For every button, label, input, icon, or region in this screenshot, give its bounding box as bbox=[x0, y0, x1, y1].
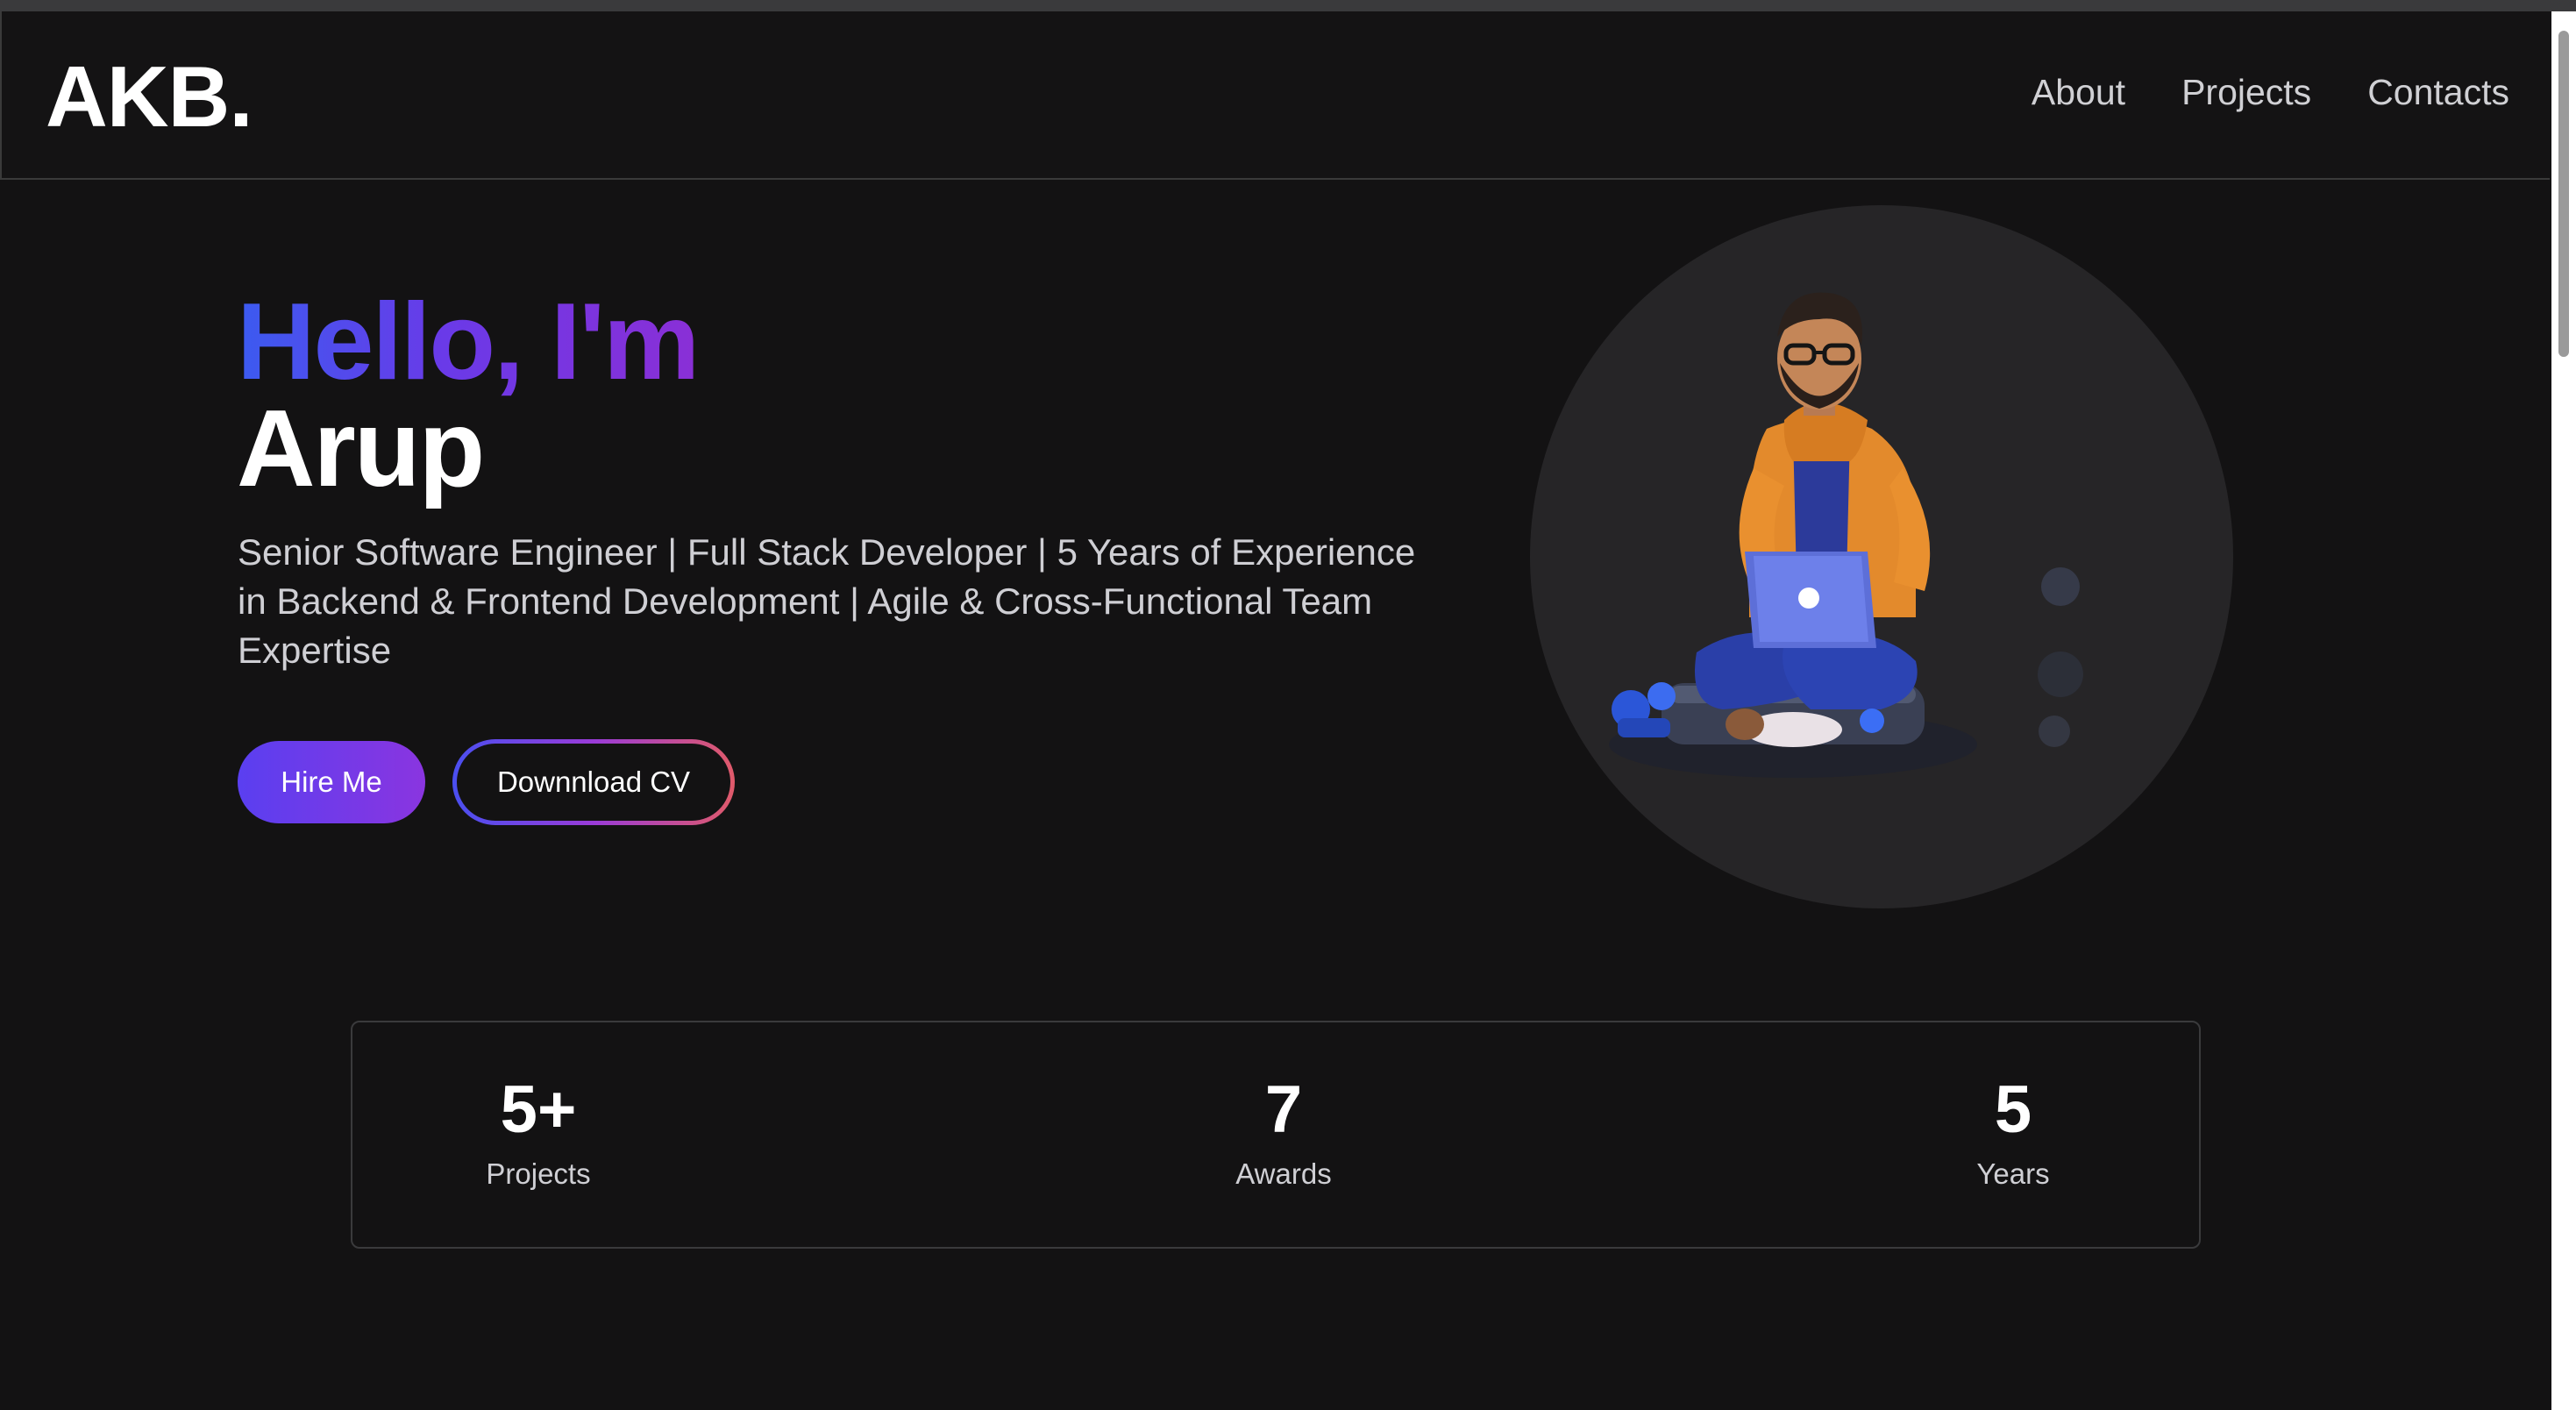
hero-greeting: Hello, I'm bbox=[237, 281, 700, 402]
nav-links: About Projects Contacts bbox=[2032, 75, 2509, 110]
stat-years: 5 Years bbox=[1882, 1072, 2145, 1190]
scrollbar-thumb[interactable] bbox=[2558, 31, 2569, 357]
stat-projects: 5+ Projects bbox=[407, 1072, 670, 1190]
nav-link-projects[interactable]: Projects bbox=[2181, 75, 2311, 110]
stat-projects-label: Projects bbox=[486, 1157, 591, 1190]
avatar-container bbox=[1530, 205, 2233, 908]
developer-avatar-illustration bbox=[1609, 292, 2083, 778]
stat-projects-value: 5+ bbox=[500, 1072, 577, 1147]
stat-awards: 7 Awards bbox=[1152, 1072, 1415, 1190]
stat-years-value: 5 bbox=[1994, 1072, 2032, 1147]
hire-me-button[interactable]: Hire Me bbox=[238, 741, 425, 823]
stat-years-label: Years bbox=[1976, 1157, 2050, 1190]
stat-awards-value: 7 bbox=[1264, 1072, 1303, 1147]
stat-awards-label: Awards bbox=[1235, 1157, 1332, 1190]
nav-link-about[interactable]: About bbox=[2032, 75, 2125, 110]
window-top-bar bbox=[0, 0, 2576, 11]
hero-name: Arup bbox=[237, 388, 485, 509]
stats-panel: 5+ Projects 7 Awards 5 Years bbox=[351, 1021, 2201, 1249]
hero-description: Senior Software Engineer | Full Stack De… bbox=[238, 531, 1416, 671]
page-scrollbar[interactable] bbox=[2551, 11, 2576, 1410]
download-cv-label: Downnload CV bbox=[457, 744, 730, 821]
site-logo[interactable]: AKB. bbox=[46, 53, 253, 139]
navbar: AKB. About Projects Contacts bbox=[0, 11, 2550, 180]
nav-link-contacts[interactable]: Contacts bbox=[2367, 75, 2509, 110]
download-cv-button[interactable]: Downnload CV bbox=[452, 739, 735, 825]
